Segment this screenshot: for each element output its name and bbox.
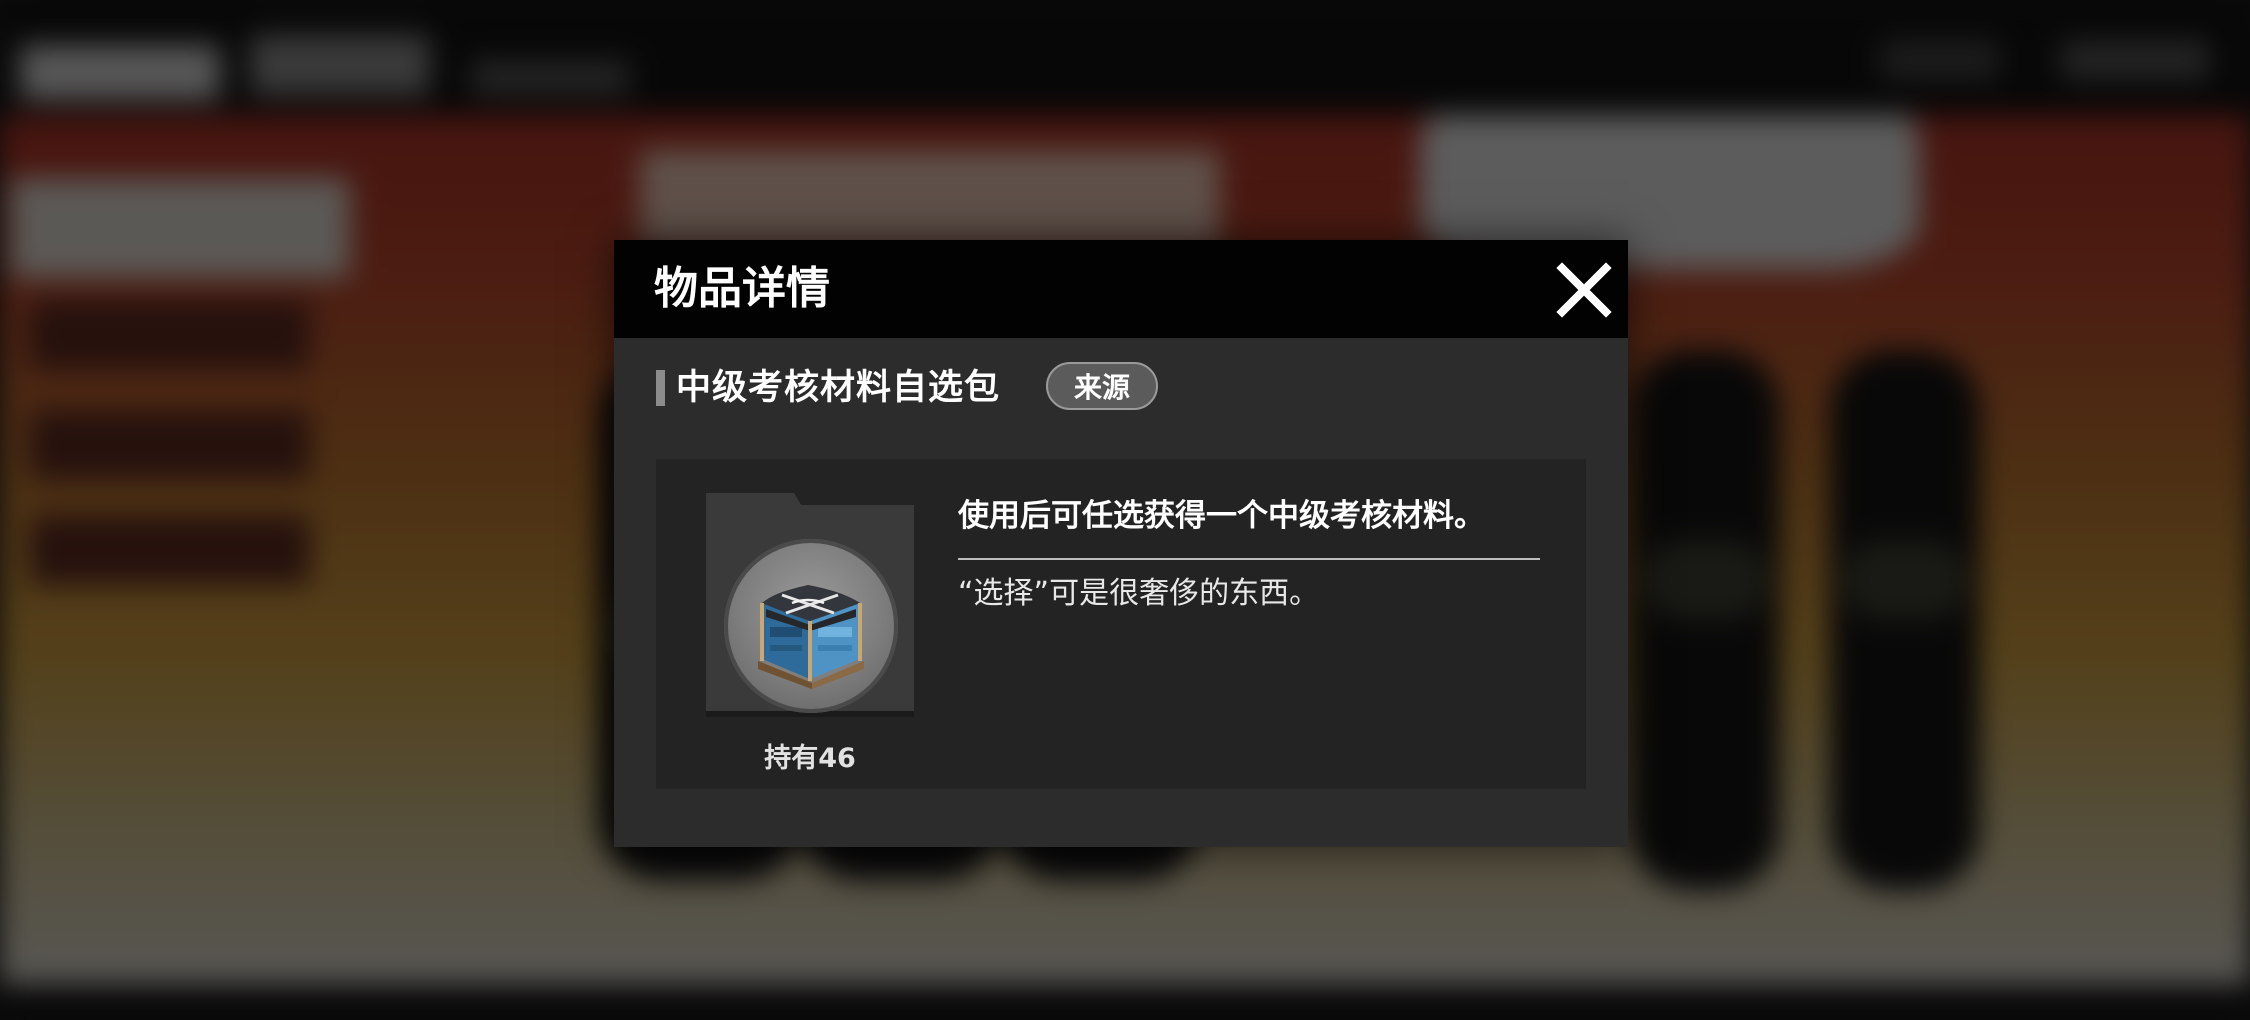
dialog-title: 物品详情 [654,263,830,314]
item-detail-dialog: 物品详情 中级考核材料自选包 来源 持有46 使用后可任选获得一个中级考核材料。… [614,240,1628,847]
item-icon-card [706,493,914,717]
source-button[interactable]: 来源 [1046,362,1158,410]
item-name: 中级考核材料自选包 [676,368,1001,408]
item-detail-panel: 持有46 使用后可任选获得一个中级考核材料。 “选择”可是很奢侈的东西。 [656,459,1586,789]
item-icon-frame [724,539,898,713]
item-description: 使用后可任选获得一个中级考核材料。 [958,498,1485,534]
icon-card-body [706,505,914,717]
description-divider [958,558,1540,560]
close-icon [1556,262,1612,318]
item-flavor-text: “选择”可是很奢侈的东西。 [958,576,1320,611]
item-name-accent-bar [656,370,665,406]
close-button[interactable] [1554,260,1614,320]
supply-crate-icon [758,585,864,689]
owned-count: 持有46 [764,743,856,774]
dialog-header: 物品详情 [614,240,1628,338]
